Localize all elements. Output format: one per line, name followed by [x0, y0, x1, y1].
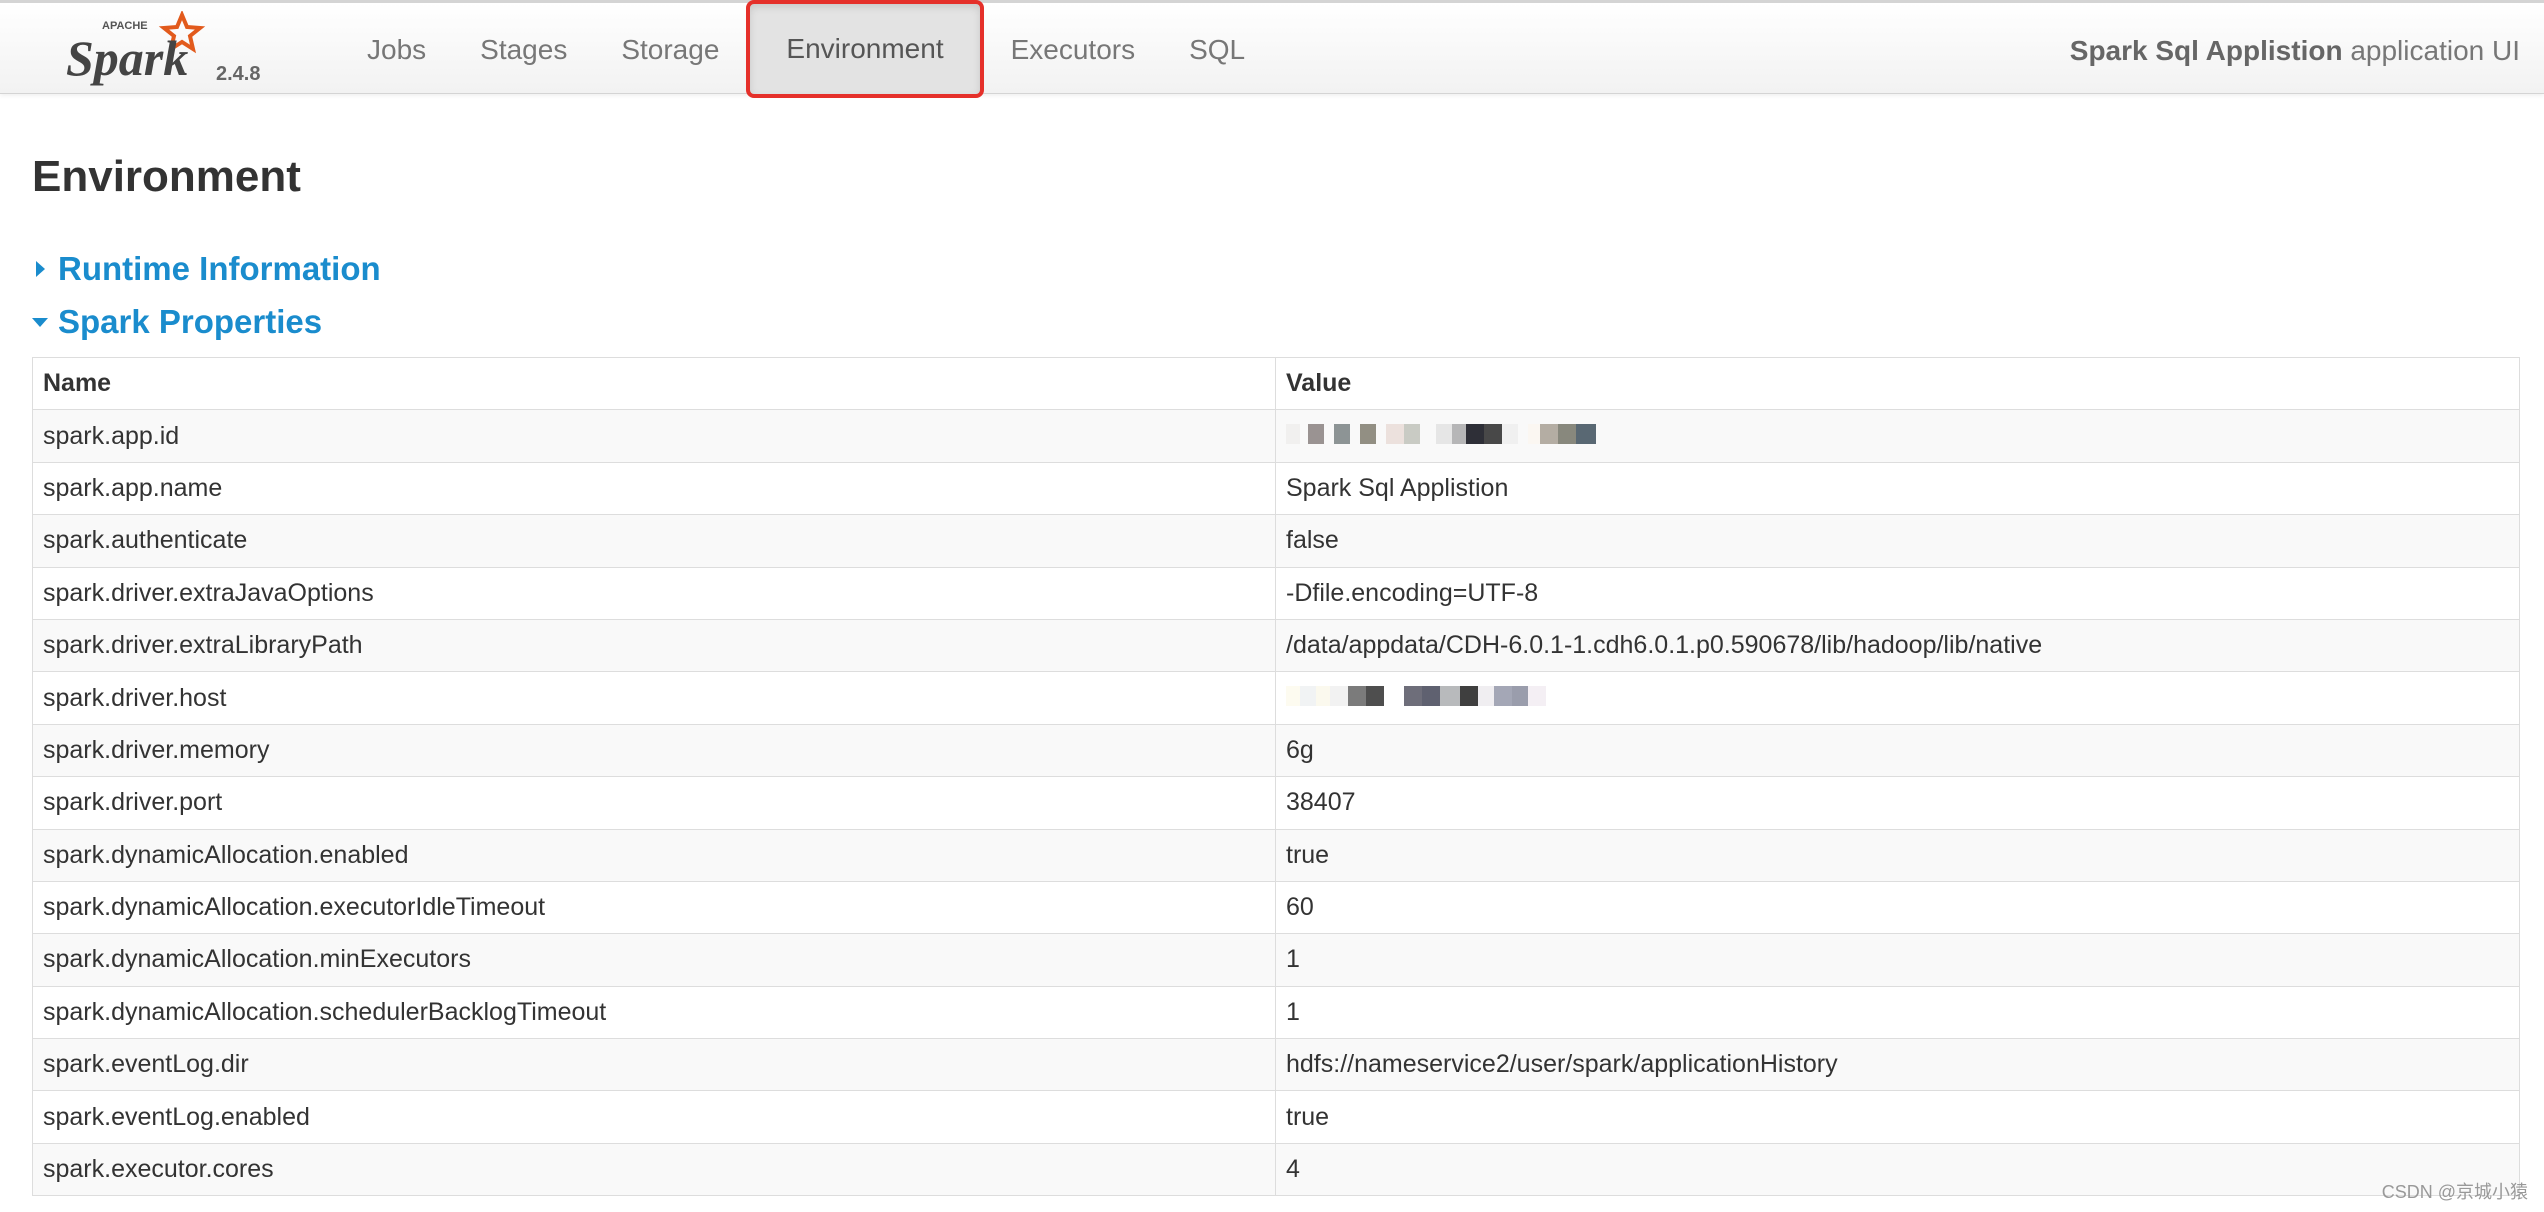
table-row: spark.eventLog.dir hdfs://nameservice2/u… [32, 1038, 2520, 1092]
property-name: spark.driver.memory [32, 723, 1276, 778]
property-value-redacted [1275, 409, 2520, 463]
table-row: spark.driver.extraLibraryPath /data/appd… [32, 618, 2520, 673]
property-name: spark.driver.extraLibraryPath [32, 618, 1276, 673]
table-row: spark.driver.extraJavaOptions -Dfile.enc… [32, 566, 2520, 620]
property-value: /data/appdata/CDH-6.0.1-1.cdh6.0.1.p0.59… [1275, 618, 2520, 673]
redacted-block [1286, 685, 1546, 706]
property-name: spark.authenticate [32, 514, 1276, 568]
column-header-value[interactable]: Value [1275, 356, 2520, 411]
property-value-redacted [1275, 671, 2520, 725]
nav-tab-sql[interactable]: SQL [1162, 3, 1272, 97]
table-row: spark.eventLog.enabled true [32, 1090, 2520, 1144]
property-name: spark.executor.cores [32, 1142, 1276, 1197]
table-row: spark.app.id [32, 409, 2520, 463]
spark-version: 2.4.8 [216, 63, 261, 85]
column-header-name[interactable]: Name [32, 356, 1276, 411]
property-value: true [1275, 1090, 2520, 1144]
application-name: Spark Sql Applistion [2069, 35, 2343, 66]
nav-tab-storage[interactable]: Storage [594, 3, 746, 97]
application-suffix: application UI [2342, 35, 2520, 66]
table-row: spark.dynamicAllocation.schedulerBacklog… [32, 985, 2520, 1040]
property-value: Spark Sql Applistion [1275, 461, 2520, 516]
table-row: spark.driver.host [32, 671, 2520, 725]
table-row: spark.executor.cores 4 [32, 1142, 2520, 1197]
spark-logo-icon: APACHE Spark [66, 11, 206, 86]
top-navbar: APACHE Spark 2.4.8 Jobs Stages Storage E… [0, 0, 2544, 98]
property-value: false [1275, 514, 2520, 568]
main-nav: Jobs Stages Storage Environment Executor… [340, 0, 1272, 98]
application-title: Spark Sql Applistion application UI [2070, 35, 2520, 67]
section-label: Runtime Information [58, 250, 381, 287]
spark-properties-table: Name Value spark.app.id spark.app.name S… [32, 356, 2520, 1197]
nav-tab-environment[interactable]: Environment [746, 0, 984, 98]
property-value: true [1275, 828, 2520, 882]
nav-tab-jobs[interactable]: Jobs [340, 3, 453, 97]
property-value: 60 [1275, 880, 2520, 935]
property-value: hdfs://nameservice2/user/spark/applicati… [1275, 1038, 2520, 1092]
property-value: 38407 [1275, 776, 2520, 830]
table-row: spark.driver.memory 6g [32, 723, 2520, 778]
table-row: spark.app.name Spark Sql Applistion [32, 461, 2520, 516]
table-row: spark.dynamicAllocation.minExecutors 1 [32, 933, 2520, 987]
property-name: spark.eventLog.dir [32, 1038, 1276, 1092]
property-name: spark.dynamicAllocation.schedulerBacklog… [32, 985, 1276, 1040]
property-value: 6g [1275, 723, 2520, 778]
nav-tab-stages[interactable]: Stages [453, 3, 594, 97]
redacted-block [1286, 423, 1596, 444]
page-title: Environment [32, 152, 301, 201]
caret-right-icon [32, 261, 58, 277]
property-value: 1 [1275, 985, 2520, 1040]
watermark: CSDN @京城小猿 [2381, 1182, 2528, 1202]
property-name: spark.driver.extraJavaOptions [32, 566, 1276, 620]
table-row: spark.dynamicAllocation.enabled true [32, 828, 2520, 882]
property-name: spark.dynamicAllocation.minExecutors [32, 933, 1276, 987]
caret-down-icon [32, 317, 58, 327]
property-name: spark.app.id [32, 409, 1276, 463]
property-name: spark.dynamicAllocation.executorIdleTime… [32, 880, 1276, 935]
property-name: spark.dynamicAllocation.enabled [32, 828, 1276, 882]
nav-tab-executors[interactable]: Executors [984, 3, 1163, 97]
table-row: spark.driver.port 38407 [32, 776, 2520, 830]
property-name: spark.app.name [32, 461, 1276, 516]
spark-logo[interactable]: APACHE Spark 2.4.8 [64, 11, 284, 91]
brand-name-text: Spark [66, 30, 188, 86]
table-row: spark.dynamicAllocation.executorIdleTime… [32, 880, 2520, 935]
property-value: -Dfile.encoding=UTF-8 [1275, 566, 2520, 620]
section-spark-properties[interactable]: Spark Properties [32, 303, 322, 341]
property-value: 1 [1275, 933, 2520, 987]
table-row: spark.authenticate false [32, 514, 2520, 568]
property-name: spark.driver.host [32, 671, 1276, 725]
property-name: spark.driver.port [32, 776, 1276, 830]
property-name: spark.eventLog.enabled [32, 1090, 1276, 1144]
property-value: 4 [1275, 1142, 2520, 1197]
section-runtime-information[interactable]: Runtime Information [32, 250, 381, 288]
section-label: Spark Properties [58, 303, 323, 340]
